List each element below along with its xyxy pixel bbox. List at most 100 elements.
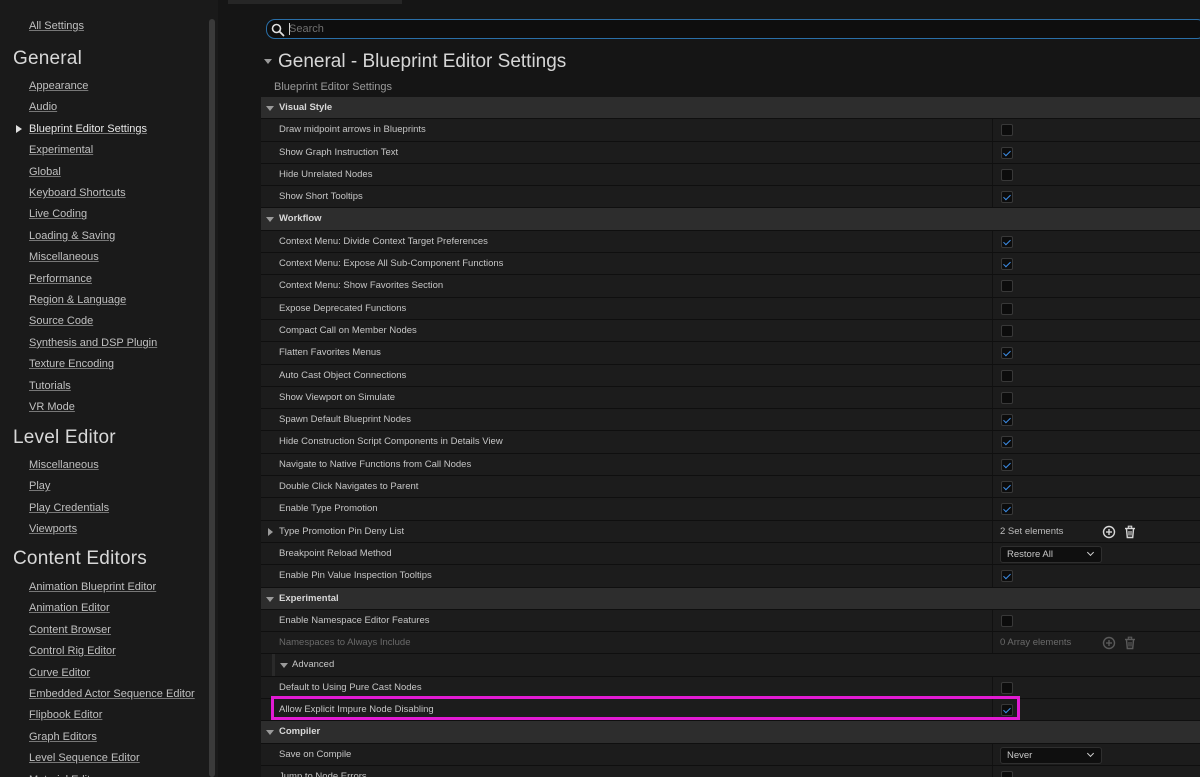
- column-divider[interactable]: [992, 743, 993, 765]
- sidebar-item-flipbook-editor[interactable]: Flipbook Editor: [29, 709, 102, 721]
- category-compiler[interactable]: Compiler: [261, 721, 1200, 744]
- setting-checkbox[interactable]: [1001, 124, 1013, 137]
- setting-checkbox[interactable]: [1001, 614, 1013, 627]
- sidebar-scrollbar[interactable]: [209, 19, 215, 777]
- sidebar-item-miscellaneous[interactable]: Miscellaneous: [29, 251, 99, 263]
- sidebar-item-control-rig-editor[interactable]: Control Rig Editor: [29, 645, 116, 657]
- category-visual-style[interactable]: Visual Style: [261, 97, 1200, 120]
- sidebar-item-animation-editor[interactable]: Animation Editor: [29, 602, 110, 614]
- all-settings-link[interactable]: All Settings: [29, 20, 84, 32]
- search-box[interactable]: [266, 19, 1200, 39]
- setting-checkbox[interactable]: [1001, 324, 1013, 337]
- sidebar-item-region-language[interactable]: Region & Language: [29, 294, 126, 306]
- setting-dropdown[interactable]: Never: [1000, 746, 1102, 764]
- sidebar-item-play-credentials[interactable]: Play Credentials: [29, 502, 109, 514]
- sidebar-item-miscellaneous[interactable]: Miscellaneous: [29, 459, 99, 471]
- setting-checkbox[interactable]: [1001, 481, 1013, 494]
- setting-dropdown[interactable]: Restore All: [1000, 545, 1102, 563]
- setting-label: Hide Unrelated Nodes: [279, 168, 373, 180]
- sidebar-item-play[interactable]: Play: [29, 480, 50, 492]
- sidebar-item-live-coding[interactable]: Live Coding: [29, 208, 87, 220]
- sidebar-item-viewports[interactable]: Viewports: [29, 523, 77, 535]
- sidebar-item-source-code[interactable]: Source Code: [29, 315, 93, 327]
- sidebar-item-experimental[interactable]: Experimental: [29, 144, 93, 156]
- column-divider[interactable]: [992, 565, 993, 587]
- sidebar-item-synthesis-and-dsp-plugin[interactable]: Synthesis and DSP Plugin: [29, 337, 157, 349]
- column-divider[interactable]: [992, 431, 993, 453]
- column-divider[interactable]: [992, 476, 993, 498]
- column-divider[interactable]: [992, 542, 993, 565]
- column-divider[interactable]: [992, 765, 993, 777]
- sidebar-item-content-browser[interactable]: Content Browser: [29, 624, 111, 636]
- sidebar-item-tutorials[interactable]: Tutorials: [29, 380, 71, 392]
- setting-row-context-menu-divide-context-target-preferences: Context Menu: Divide Context Target Pref…: [261, 230, 1200, 254]
- sidebar-item-blueprint-editor-settings[interactable]: Blueprint Editor Settings: [29, 123, 147, 135]
- setting-checkbox[interactable]: [1001, 347, 1013, 360]
- add-element-icon[interactable]: [1102, 525, 1116, 539]
- sidebar-item-level-sequence-editor[interactable]: Level Sequence Editor: [29, 752, 140, 764]
- setting-checkbox[interactable]: [1001, 704, 1013, 717]
- search-input[interactable]: [289, 21, 1169, 37]
- sidebar-item-material-editor[interactable]: Material Editor: [29, 774, 100, 777]
- column-divider[interactable]: [992, 297, 993, 319]
- expand-arrow-icon[interactable]: [268, 527, 273, 536]
- setting-checkbox[interactable]: [1001, 168, 1013, 181]
- setting-checkbox[interactable]: [1001, 280, 1013, 293]
- column-divider[interactable]: [992, 141, 993, 163]
- column-divider[interactable]: [992, 230, 993, 253]
- column-divider[interactable]: [992, 163, 993, 186]
- setting-checkbox[interactable]: [1001, 258, 1013, 271]
- column-divider[interactable]: [992, 520, 993, 542]
- setting-checkbox[interactable]: [1001, 146, 1013, 159]
- setting-checkbox[interactable]: [1001, 191, 1013, 204]
- checkmark-icon: [1003, 259, 1011, 268]
- sidebar-item-vr-mode[interactable]: VR Mode: [29, 401, 75, 413]
- setting-checkbox[interactable]: [1001, 436, 1013, 449]
- setting-checkbox[interactable]: [1001, 681, 1013, 694]
- delete-icon[interactable]: [1123, 525, 1137, 539]
- column-divider[interactable]: [992, 699, 993, 721]
- column-divider[interactable]: [992, 253, 993, 275]
- category-experimental[interactable]: Experimental: [261, 587, 1200, 610]
- sidebar-item-audio[interactable]: Audio: [29, 101, 57, 113]
- setting-checkbox[interactable]: [1001, 235, 1013, 248]
- column-divider[interactable]: [992, 319, 993, 342]
- setting-checkbox[interactable]: [1001, 770, 1013, 777]
- sidebar-item-appearance[interactable]: Appearance: [29, 80, 88, 92]
- setting-checkbox[interactable]: [1001, 458, 1013, 471]
- column-divider[interactable]: [992, 409, 993, 431]
- column-divider[interactable]: [992, 119, 993, 141]
- category-workflow[interactable]: Workflow: [261, 208, 1200, 231]
- setting-checkbox[interactable]: [1001, 570, 1013, 583]
- setting-row-context-menu-expose-all-sub-component-functions: Context Menu: Expose All Sub-Component F…: [261, 253, 1200, 276]
- sidebar-item-embedded-actor-sequence-editor[interactable]: Embedded Actor Sequence Editor: [29, 688, 195, 700]
- sidebar-item-performance[interactable]: Performance: [29, 273, 92, 285]
- sidebar-item-texture-encoding[interactable]: Texture Encoding: [29, 358, 114, 370]
- subcategory-advanced[interactable]: Advanced: [261, 654, 1200, 677]
- column-divider[interactable]: [992, 498, 993, 520]
- column-divider[interactable]: [992, 364, 993, 386]
- column-divider[interactable]: [992, 609, 993, 632]
- setting-label: Hide Construction Script Components in D…: [279, 436, 503, 448]
- column-divider[interactable]: [992, 676, 993, 699]
- column-divider[interactable]: [992, 453, 993, 476]
- column-divider[interactable]: [992, 632, 993, 654]
- sidebar-item-graph-editors[interactable]: Graph Editors: [29, 731, 97, 743]
- sidebar-item-curve-editor[interactable]: Curve Editor: [29, 667, 90, 679]
- sidebar-item-global[interactable]: Global: [29, 166, 61, 178]
- setting-checkbox[interactable]: [1001, 302, 1013, 315]
- column-divider[interactable]: [992, 186, 993, 208]
- setting-checkbox[interactable]: [1001, 414, 1013, 427]
- column-divider[interactable]: [992, 386, 993, 409]
- sidebar-item-animation-blueprint-editor[interactable]: Animation Blueprint Editor: [29, 581, 156, 593]
- setting-checkbox[interactable]: [1001, 369, 1013, 382]
- setting-label: Show Graph Instruction Text: [279, 146, 399, 158]
- sidebar-item-keyboard-shortcuts[interactable]: Keyboard Shortcuts: [29, 187, 126, 199]
- column-divider[interactable]: [992, 275, 993, 297]
- column-divider[interactable]: [992, 342, 993, 364]
- sidebar-item-loading-saving[interactable]: Loading & Saving: [29, 230, 115, 242]
- page-title-collapse-toggle[interactable]: [264, 50, 272, 69]
- setting-checkbox[interactable]: [1001, 391, 1013, 404]
- collapse-arrow-icon: [266, 596, 274, 602]
- setting-checkbox[interactable]: [1001, 503, 1013, 516]
